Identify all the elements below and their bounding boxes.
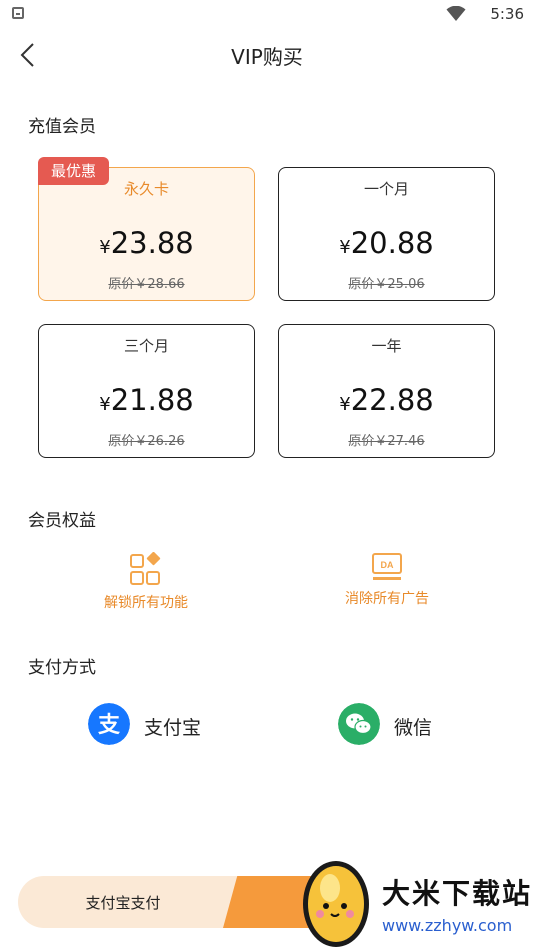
price-value: 23.88	[110, 226, 194, 260]
pay-button[interactable]: 支付宝支付	[18, 876, 318, 928]
plan-name: 三个月	[123, 337, 169, 355]
currency-symbol: ¥	[339, 394, 351, 415]
payment-option-alipay[interactable]: 支 支付宝	[88, 703, 258, 751]
payment-option-wechat[interactable]: 微信	[338, 703, 488, 751]
currency-symbol: ¥	[99, 394, 111, 415]
plan-original-price: 原价￥27.46	[348, 434, 425, 449]
svg-text:支: 支	[98, 713, 121, 738]
plan-price: ¥21.88	[39, 383, 254, 417]
plan-name: 一个月	[363, 180, 409, 198]
plan-name: 一年	[371, 337, 402, 355]
currency-symbol: ¥	[99, 237, 111, 258]
payment-label: 支付宝	[144, 717, 202, 739]
benefits-section-title: 会员权益	[28, 511, 96, 531]
watermark-url: www.zzhyw.com	[382, 916, 513, 935]
plan-original-price: 原价￥25.06	[348, 277, 425, 292]
alipay-icon: 支	[88, 703, 130, 745]
payment-label: 微信	[394, 717, 433, 739]
plan-card-one-year[interactable]: 一年 ¥22.88 原价￥27.46	[278, 324, 495, 458]
payment-section-title: 支付方式	[28, 658, 96, 678]
svg-text:DA: DA	[381, 560, 394, 570]
pay-button-label: 支付宝支付	[85, 894, 161, 912]
plan-card-one-month[interactable]: 一个月 ¥20.88 原价￥25.06	[278, 167, 495, 301]
currency-symbol: ¥	[339, 237, 351, 258]
benefit-remove-ads: DA 消除所有广告	[312, 552, 462, 608]
recharge-section-title: 充值会员	[28, 117, 96, 137]
plan-card-three-months[interactable]: 三个月 ¥21.88 原价￥26.26	[38, 324, 255, 458]
plan-card-permanent[interactable]: 永久卡 ¥23.88 原价￥28.66	[38, 167, 255, 301]
no-ads-icon: DA	[372, 553, 402, 580]
plan-original-price: 原价￥28.66	[108, 277, 185, 292]
price-value: 20.88	[350, 226, 434, 260]
status-bar: 5:36	[0, 0, 534, 30]
price-value: 21.88	[110, 383, 194, 417]
plan-price: ¥22.88	[279, 383, 494, 417]
rice-mascot-logo	[303, 861, 369, 947]
benefit-label: 消除所有广告	[345, 591, 429, 607]
site-watermark: 大米下载站 www.zzhyw.com	[296, 852, 534, 949]
status-time: 5:36	[490, 5, 524, 23]
price-value: 22.88	[350, 383, 434, 417]
benefit-unlock-features: 解锁所有功能	[71, 552, 221, 612]
notification-icon	[12, 7, 24, 19]
plan-original-price: 原价￥26.26	[108, 434, 185, 449]
best-deal-badge: 最优惠	[38, 157, 109, 185]
plan-price: ¥20.88	[279, 226, 494, 260]
page-title: VIP购买	[231, 45, 303, 69]
wifi-icon	[446, 6, 466, 21]
unlock-features-icon	[130, 552, 161, 585]
wechat-icon	[338, 703, 380, 745]
benefit-label: 解锁所有功能	[104, 595, 188, 611]
header: VIP购买	[0, 30, 534, 80]
plan-price: ¥23.88	[39, 226, 254, 260]
watermark-title: 大米下载站	[382, 877, 533, 910]
